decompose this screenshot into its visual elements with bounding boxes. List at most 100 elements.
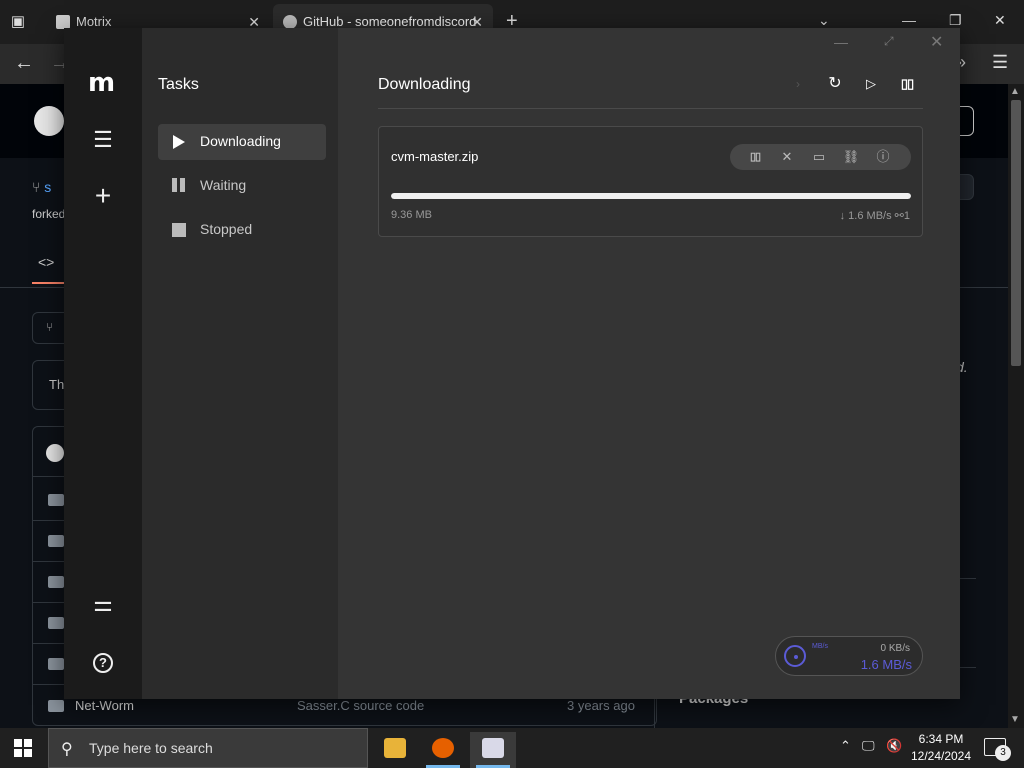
motrix-main: — ⤢ ✕ Downloading › ↻ ▷ ▯▯ cvm-master.zi… — [338, 28, 960, 699]
github-favicon-icon — [283, 15, 297, 29]
tab-label: GitHub - someonefromdiscord — [303, 14, 477, 29]
commit-time: 3 years ago — [567, 698, 635, 713]
task-actions: ▯▯ ✕ ▭ ⛓ ⓘ — [730, 144, 911, 170]
resume-all-icon[interactable]: ▷ — [861, 74, 881, 94]
title-divider — [378, 108, 923, 109]
divider — [960, 667, 976, 668]
scrollbar-thumb[interactable] — [1011, 100, 1021, 366]
repo-fork-icon: ⑂ s — [32, 179, 52, 195]
task-speed-info: ↓ 1.6 MB/s ⚯1 — [840, 209, 910, 222]
windows-start-icon[interactable] — [14, 739, 32, 757]
help-icon[interactable]: ? — [89, 646, 117, 674]
settings-sliders-icon[interactable]: ⚌ — [89, 590, 117, 618]
folder-icon — [48, 617, 64, 629]
motrix-taskbar-button[interactable] — [470, 732, 516, 768]
nav-label: Stopped — [200, 221, 253, 237]
pause-all-icon[interactable]: ▯▯ — [897, 74, 917, 94]
motrix-window: m ☰ + ⚌ ? Tasks Downloading Waiting Stop… — [64, 28, 960, 699]
taskbar-search[interactable]: ⚲ Type here to search — [48, 728, 368, 768]
clock-time: 6:34 PM — [918, 732, 964, 746]
branch-icon: ⑂ — [46, 320, 54, 334]
avatar[interactable] — [46, 444, 64, 462]
nav-label: Downloading — [200, 133, 281, 149]
refresh-icon[interactable]: ↻ — [825, 74, 845, 94]
repo-owner-link[interactable]: s — [44, 179, 51, 195]
show-hidden-icons-icon[interactable]: ⌃ — [840, 738, 851, 754]
download-speed: ↓ 1.6 MB/s — [839, 210, 892, 222]
scroll-up-icon[interactable]: ▲ — [1010, 86, 1020, 97]
speed-unit: MB/s — [812, 643, 828, 650]
progress-fill — [391, 193, 911, 199]
page-title: Downloading — [378, 76, 471, 93]
menu-icon[interactable]: ☰ — [89, 126, 117, 154]
motrix-rail: m ☰ + ⚌ ? — [64, 28, 142, 699]
play-icon — [173, 135, 185, 149]
folder-icon — [48, 700, 64, 712]
folder-icon — [48, 576, 64, 588]
add-task-icon[interactable]: + — [89, 182, 117, 210]
close-window-icon[interactable]: ✕ — [994, 12, 1006, 29]
stop-icon — [172, 223, 186, 237]
motrix-sidebar: Tasks Downloading Waiting Stopped — [142, 28, 338, 699]
clock[interactable]: 6:34 PM 12/24/2024 — [906, 731, 976, 765]
network-icon[interactable]: 🖵 — [862, 738, 875, 754]
folder-icon — [48, 535, 64, 547]
notification-icon[interactable]: 3 — [984, 738, 1011, 761]
task-name: cvm-master.zip — [391, 149, 479, 164]
download-speed-total: 1.6 MB/s — [860, 657, 912, 672]
nav-stopped[interactable]: Stopped — [158, 212, 326, 248]
speedometer-gauge-icon — [784, 645, 806, 667]
motrix-app-icon — [482, 738, 504, 758]
fork-notice-text: Th — [49, 377, 65, 392]
tab-list-chevron-icon[interactable]: ⌄ — [818, 12, 830, 29]
info-icon[interactable]: ⓘ — [874, 148, 892, 166]
task-size: 9.36 MB — [391, 209, 432, 221]
progress-bar — [391, 193, 911, 199]
folder-icon — [48, 494, 64, 506]
tab-label: Motrix — [76, 14, 112, 29]
pause-task-icon[interactable]: ▯▯ — [746, 148, 764, 166]
minimize-icon[interactable]: — — [902, 12, 916, 28]
firefox-icon — [432, 738, 454, 758]
motrix-logo: m — [88, 68, 116, 98]
firefox-button[interactable] — [420, 732, 466, 768]
link-icon[interactable]: ⛓ — [842, 148, 860, 166]
commit-message-link[interactable]: Sasser.C source code — [297, 698, 424, 713]
speedometer[interactable]: MB/s 0 KB/s 1.6 MB/s — [775, 636, 923, 676]
volume-muted-icon[interactable]: 🔇 — [886, 738, 902, 754]
close-icon[interactable]: ✕ — [930, 32, 943, 52]
notification-count: 3 — [995, 745, 1011, 761]
chevron-right-icon: › — [796, 77, 800, 91]
motrix-favicon-icon — [56, 15, 70, 29]
search-icon: ⚲ — [61, 741, 73, 758]
file-explorer-button[interactable] — [372, 732, 418, 768]
connections-icon: ⚯ — [894, 210, 904, 222]
nav-downloading[interactable]: Downloading — [158, 124, 326, 160]
code-tab-icon[interactable]: <> — [38, 254, 54, 270]
taskbar: ⚲ Type here to search ⌃ 🖵 🔇 6:34 PM 12/2… — [0, 728, 1024, 768]
file-name-link[interactable]: Net-Worm — [75, 698, 134, 713]
delete-task-icon[interactable]: ✕ — [778, 148, 796, 166]
browser-menu-icon[interactable]: ☰ — [992, 52, 1008, 73]
restore-icon[interactable]: ❐ — [949, 12, 962, 29]
maximize-icon[interactable]: ⤢ — [884, 34, 894, 49]
tab-actions-icon[interactable]: ▣ — [8, 12, 28, 32]
folder-icon[interactable]: ▭ — [810, 148, 828, 166]
upload-speed: 0 KB/s — [880, 643, 910, 654]
github-logo-icon[interactable] — [34, 106, 64, 136]
scroll-down-icon[interactable]: ▼ — [1010, 714, 1020, 725]
clock-date: 12/24/2024 — [910, 749, 972, 763]
back-arrow-icon[interactable]: ← — [14, 52, 34, 75]
divider — [960, 578, 976, 579]
pause-icon — [172, 178, 186, 194]
folder-icon — [48, 658, 64, 670]
forked-from-text: forked — [32, 207, 66, 221]
code-tab-underline — [32, 282, 64, 284]
minimize-icon[interactable]: — — [834, 34, 848, 50]
nav-label: Waiting — [200, 177, 247, 193]
task-item[interactable]: cvm-master.zip ▯▯ ✕ ▭ ⛓ ⓘ 9.36 MB ↓ 1.6 … — [378, 126, 923, 237]
nav-waiting[interactable]: Waiting — [158, 168, 326, 204]
folder-icon — [384, 738, 406, 758]
search-placeholder: Type here to search — [89, 740, 213, 756]
sidebar-title: Tasks — [158, 76, 199, 93]
